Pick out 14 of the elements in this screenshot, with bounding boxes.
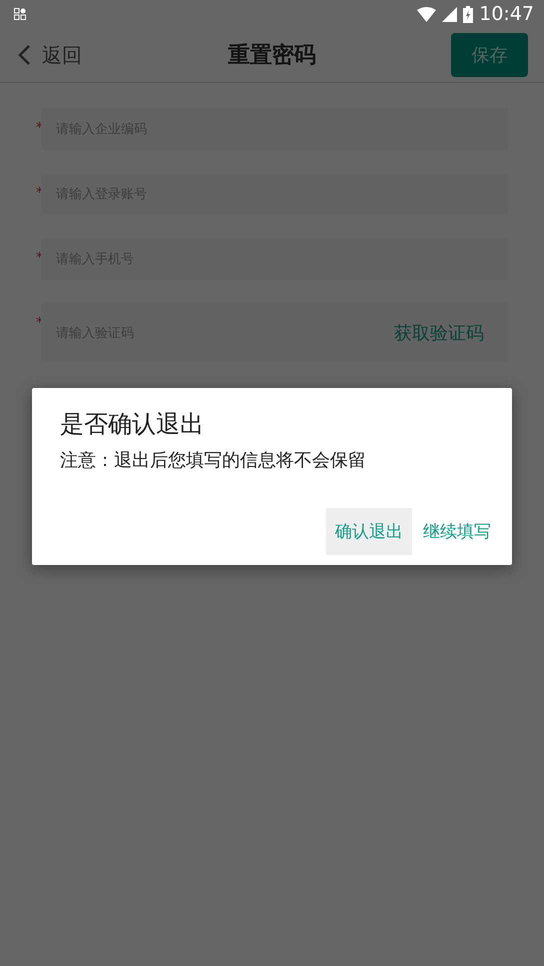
back-button[interactable]: 返回 <box>18 42 82 68</box>
save-button[interactable]: 保存 <box>451 33 528 77</box>
dialog-button[interactable]: 继续填写 <box>414 508 500 555</box>
page-title: 重置密码 <box>228 42 316 70</box>
status-time: 10:47 <box>479 3 534 25</box>
dialog-title: 是否确认退出 <box>60 409 205 440</box>
dialog-button[interactable]: 确认退出 <box>326 508 412 555</box>
back-icon <box>18 45 30 65</box>
get-code-link[interactable]: 获取验证码 <box>394 321 484 345</box>
signal-icon <box>442 6 458 22</box>
dialog-message: 注意：退出后您填写的信息将不会保留 <box>60 449 367 472</box>
notification-icon <box>14 8 26 20</box>
battery-icon <box>463 6 474 22</box>
wifi-icon <box>417 6 436 22</box>
